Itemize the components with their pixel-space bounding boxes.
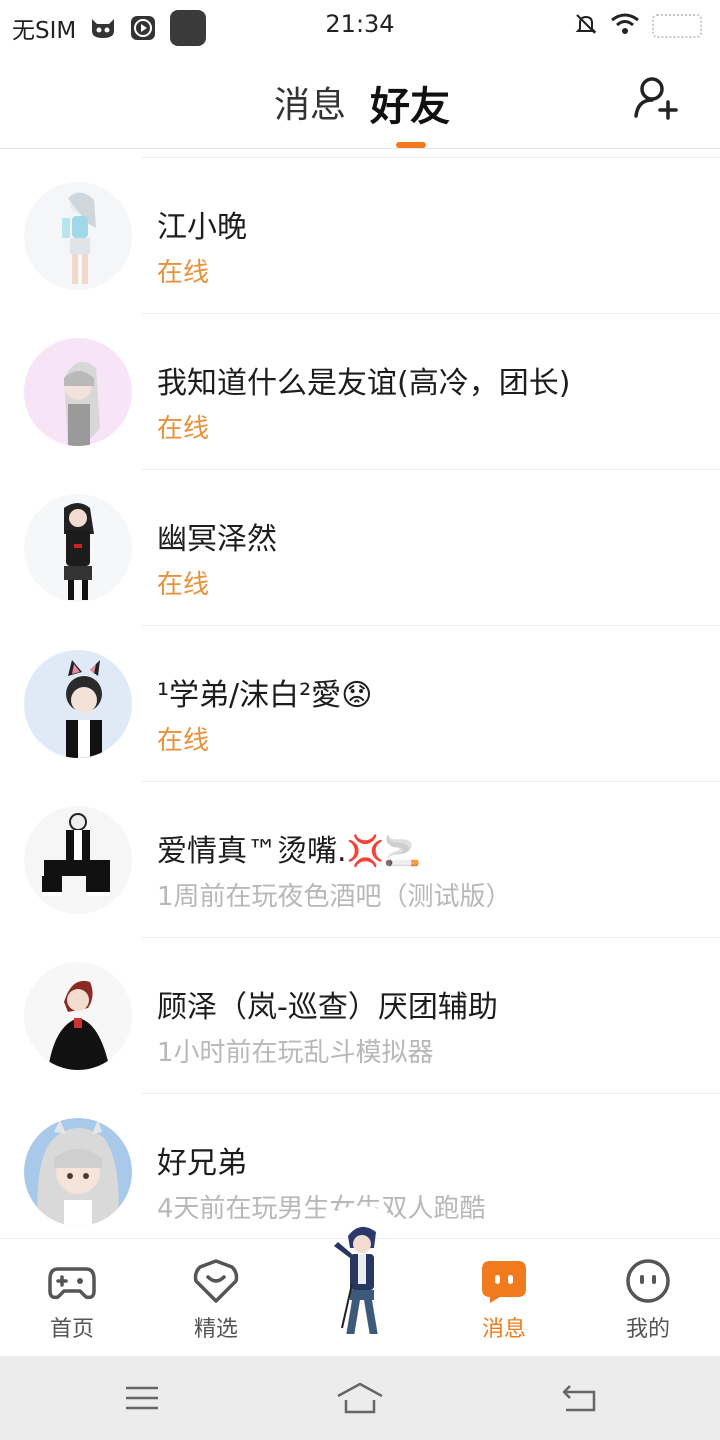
home-icon[interactable] [336, 1380, 384, 1416]
friend-name: 幽冥泽然 [157, 522, 277, 557]
battery-icon [652, 14, 702, 38]
add-friend-icon[interactable] [632, 74, 680, 122]
nav-label: 首页 [49, 1317, 94, 1342]
status-bar: 无SIM 21:34 [0, 0, 720, 52]
friend-status: 在线 [157, 726, 210, 756]
nav-home[interactable]: 首页 [0, 1239, 144, 1357]
nav-label: 精选 [193, 1317, 238, 1342]
back-icon[interactable] [560, 1380, 600, 1416]
friend-name: 爱情真™烫嘴.💢🚬 [157, 834, 422, 869]
friend-row[interactable]: ¹学弟/沫白²愛😟 在线 [0, 626, 720, 782]
avatar[interactable] [24, 494, 132, 602]
header: 消息 好友 [0, 52, 720, 148]
avatar[interactable] [24, 182, 132, 290]
friend-status: 1周前在玩夜色酒吧（测试版） [157, 882, 512, 912]
avatar[interactable] [24, 806, 132, 914]
center-avatar-button[interactable] [312, 1218, 412, 1348]
menu-icon[interactable] [122, 1380, 162, 1416]
avatar[interactable] [24, 1118, 132, 1226]
nav-label: 我的 [625, 1317, 670, 1342]
friend-status: 1小时前在玩乱斗模拟器 [157, 1038, 434, 1068]
wifi-icon [610, 13, 640, 39]
header-divider [0, 148, 720, 149]
friend-name: 江小晚 [157, 210, 247, 245]
nav-featured[interactable]: 精选 [144, 1239, 288, 1357]
friend-status: 在线 [157, 570, 210, 600]
avatar[interactable] [24, 650, 132, 758]
friend-row[interactable]: 顾泽（岚-巡查）厌团辅助 1小时前在玩乱斗模拟器 [0, 938, 720, 1094]
nav-me[interactable]: 我的 [576, 1239, 720, 1357]
friend-row[interactable]: 幽冥泽然 在线 [0, 470, 720, 626]
friend-row[interactable]: 爱情真™烫嘴.💢🚬 1周前在玩夜色酒吧（测试版） [0, 782, 720, 938]
friend-name: ¹学弟/沫白²愛😟 [157, 678, 373, 713]
friend-name: 好兄弟 [157, 1146, 247, 1181]
face-icon [624, 1257, 672, 1305]
friend-row[interactable]: 我知道什么是友谊(高冷，团长) 在线 [0, 314, 720, 470]
avatar[interactable] [24, 338, 132, 446]
nav-messages[interactable]: 消息 [432, 1239, 576, 1357]
friend-row[interactable]: 江小晚 在线 [0, 158, 720, 314]
heart-badge-icon [192, 1257, 240, 1305]
friend-list: 江小晚 在线 我知道什么是友谊(高冷，团长) 在线 幽冥泽然 在线 ¹学弟/沫白… [0, 158, 720, 1250]
gamepad-icon [48, 1257, 96, 1305]
chat-bubble-icon [480, 1257, 528, 1305]
friend-status: 在线 [157, 258, 210, 288]
tab-messages[interactable]: 消息 [274, 76, 346, 128]
avatar[interactable] [24, 962, 132, 1070]
friend-name: 我知道什么是友谊(高冷，团长) [157, 366, 571, 401]
friend-name: 顾泽（岚-巡查）厌团辅助 [157, 990, 498, 1025]
tab-friends[interactable]: 好友 [370, 74, 450, 132]
friend-status: 在线 [157, 414, 210, 444]
nav-label: 消息 [481, 1317, 526, 1342]
system-nav-bar [0, 1356, 720, 1440]
mute-bell-icon [574, 12, 598, 40]
